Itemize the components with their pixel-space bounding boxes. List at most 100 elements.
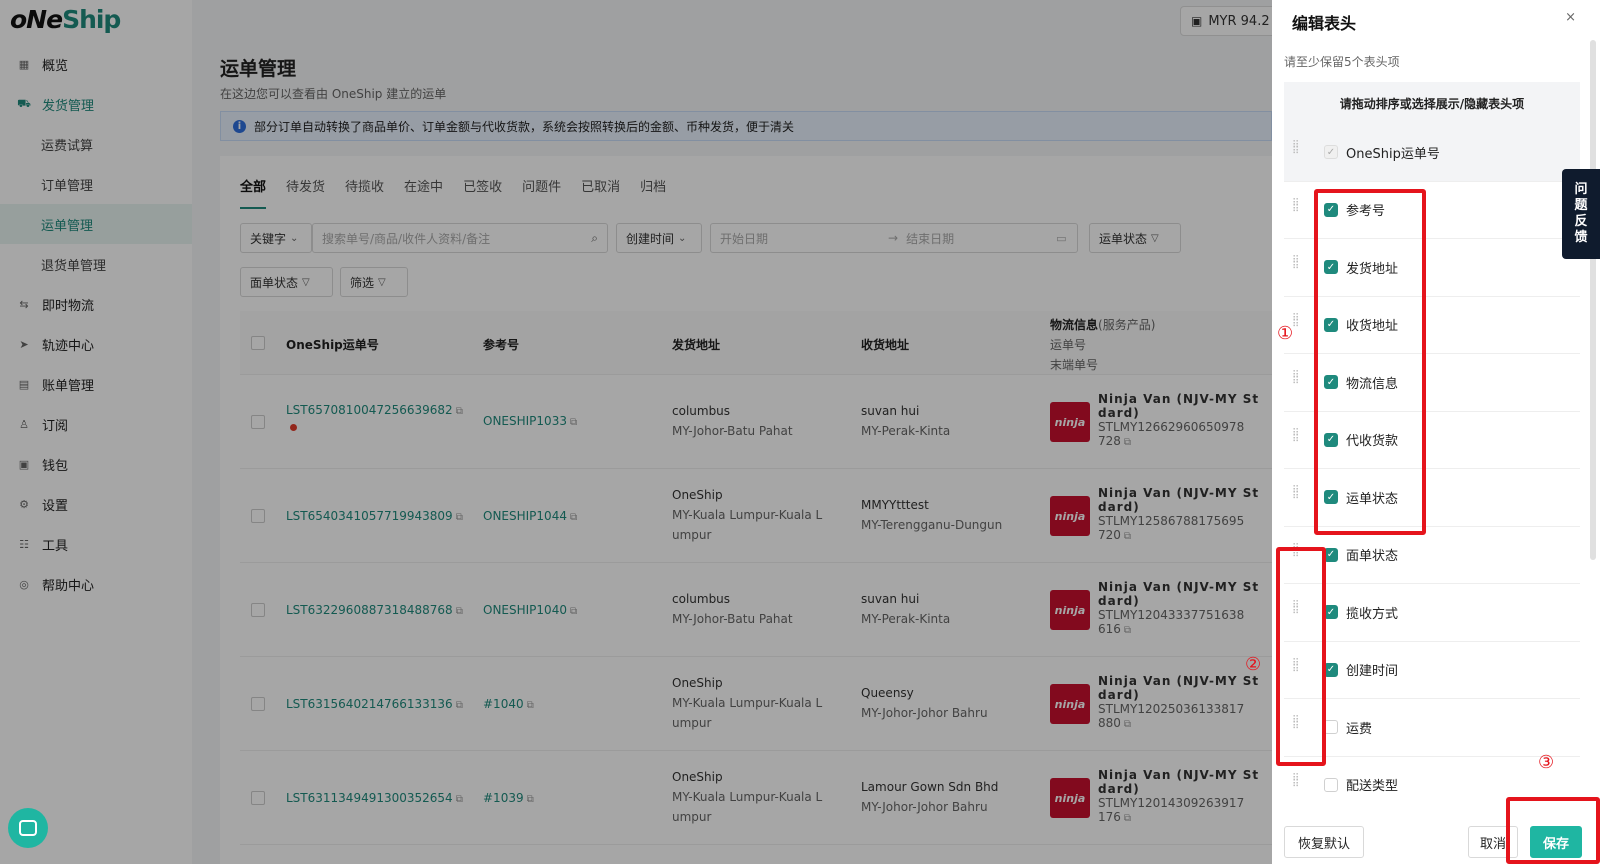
drag-handle-icon[interactable]: ⠿ ⠿ (1292, 428, 1302, 449)
copy-icon[interactable]: ⧉ (1124, 625, 1131, 636)
drag-handle-icon[interactable]: ⠿ ⠿ (1292, 198, 1302, 219)
drag-handle-icon[interactable]: ⠿ ⠿ (1292, 716, 1302, 736)
sidebar-item-6[interactable]: ⇆ 即时物流 (0, 284, 192, 324)
copy-icon[interactable]: ⧉ (527, 794, 534, 805)
column-checkbox[interactable] (1324, 777, 1338, 792)
search-input[interactable]: 搜索单号/商品/收件人资料/备注 ⌕ (312, 223, 608, 253)
tab-3[interactable]: 在途中 (404, 176, 443, 209)
drag-handle-icon[interactable]: ⠿ ⠿ (1292, 601, 1302, 621)
label-status-filter[interactable]: 面单状态 ▽ (240, 267, 333, 297)
sidebar-item-0[interactable]: ▦ 概览 (0, 44, 192, 84)
sidebar-item-5[interactable]: 退货单管理 (0, 244, 192, 284)
wallet-balance-pill[interactable]: ▣ MYR 94.2 (1180, 6, 1280, 36)
drawer-scrollbar[interactable] (1590, 40, 1596, 560)
sidebar-item-3[interactable]: 订单管理 (0, 164, 192, 204)
column-item[interactable]: ⠿ ⠿ ✓ 创建时间 (1284, 642, 1580, 699)
tab-5[interactable]: 问题件 (522, 176, 561, 209)
column-item[interactable]: ⠿ ⠿ ✓ 运单状态 (1284, 469, 1580, 527)
reference-link[interactable]: ONESHIP1040 (483, 603, 567, 617)
column-item[interactable]: ⠿ ⠿ ✓ 揽收方式 (1284, 584, 1580, 642)
select-all-checkbox[interactable] (251, 336, 265, 350)
column-checkbox[interactable]: ✓ (1324, 202, 1338, 217)
column-checkbox[interactable] (1324, 720, 1338, 735)
copy-icon[interactable]: ⧉ (1124, 437, 1131, 448)
waybill-link[interactable]: LST6315640214766133136 (286, 697, 453, 711)
sidebar-item-12[interactable]: ☷ 工具 (0, 524, 192, 564)
close-icon[interactable]: × (1565, 10, 1576, 25)
feedback-tab[interactable]: 问题反馈 (1562, 169, 1600, 259)
sidebar-item-1[interactable]: ⛟ 发货管理 (0, 84, 192, 124)
table-row[interactable]: LST6540341057719943809 ⧉ ONESHIP1044 ⧉ OneSh… (240, 469, 1272, 563)
copy-icon[interactable]: ⧉ (570, 417, 577, 428)
column-checkbox[interactable]: ✓ (1324, 317, 1338, 332)
copy-icon[interactable]: ⧉ (1124, 531, 1131, 542)
tab-2[interactable]: 待揽收 (345, 176, 384, 209)
row-checkbox[interactable] (251, 791, 265, 805)
column-item[interactable]: ⠿ ⠿ ✓ 参考号 (1284, 182, 1580, 239)
drag-handle-icon[interactable]: ⠿ ⠿ (1292, 256, 1302, 276)
sidebar-item-9[interactable]: ♙ 订阅 (0, 404, 192, 444)
table-row[interactable]: LST6311349491300352654 ⧉ #1039 ⧉ OneShip MY-K… (240, 751, 1272, 845)
drag-handle-icon[interactable]: ⠿ ⠿ (1292, 543, 1302, 564)
sidebar-item-11[interactable]: ⚙ 设置 (0, 484, 192, 524)
column-item[interactable]: ⠿ ⠿ ✓ 发货地址 (1284, 239, 1580, 297)
copy-icon[interactable]: ⧉ (1124, 813, 1131, 824)
copy-icon[interactable]: ⧉ (456, 606, 463, 617)
copy-icon[interactable]: ⧉ (456, 700, 463, 711)
drag-handle-icon[interactable]: ⠿ ⠿ (1292, 371, 1302, 391)
column-item[interactable]: ⠿ ⠿ ✓ 面单状态 (1284, 527, 1580, 584)
cancel-button[interactable]: 取消 (1468, 826, 1518, 858)
column-checkbox[interactable]: ✓ (1324, 605, 1338, 620)
column-checkbox[interactable]: ✓ (1324, 547, 1338, 562)
drag-handle-icon[interactable]: ⠿ ⠿ (1292, 658, 1302, 679)
tab-0[interactable]: 全部 (240, 176, 267, 209)
column-checkbox[interactable]: ✓ (1324, 260, 1338, 275)
tab-6[interactable]: 已取消 (581, 176, 620, 209)
row-checkbox[interactable] (251, 415, 265, 429)
tab-4[interactable]: 已签收 (463, 176, 502, 209)
copy-icon[interactable]: ⧉ (570, 512, 577, 523)
copy-icon[interactable]: ⧉ (527, 700, 534, 711)
column-checkbox[interactable]: ✓ (1324, 662, 1338, 677)
drag-handle-icon[interactable]: ⠿ ⠿ (1292, 141, 1302, 161)
row-checkbox[interactable] (251, 509, 265, 523)
column-checkbox[interactable]: ✓ (1324, 490, 1338, 505)
row-checkbox[interactable] (251, 697, 265, 711)
waybill-link[interactable]: LST6540341057719943809 (286, 509, 453, 523)
waybill-status-filter[interactable]: 运单状态 ▽ (1089, 223, 1181, 253)
waybill-link[interactable]: LST6570810047256639682 (286, 403, 453, 417)
column-item[interactable]: ⠿ ⠿ ✓ 物流信息 (1284, 354, 1580, 412)
column-checkbox[interactable]: ✓ (1324, 375, 1338, 390)
chat-launcher-button[interactable] (8, 808, 48, 848)
table-row[interactable]: LST6322960887318488768 ⧉ ONESHIP1040 ⧉ colum… (240, 563, 1272, 657)
column-item[interactable]: ⠿ ⠿ 运费 (1284, 699, 1580, 757)
tab-1[interactable]: 待发货 (286, 176, 325, 209)
save-button[interactable]: 保存 (1530, 826, 1582, 858)
reference-link[interactable]: ONESHIP1044 (483, 509, 567, 523)
column-item[interactable]: ⠿ ⠿ ✓ OneShip运单号 (1284, 124, 1580, 182)
column-checkbox[interactable]: ✓ (1324, 432, 1338, 447)
copy-icon[interactable]: ⧉ (456, 406, 463, 417)
reference-link[interactable]: ONESHIP1033 (483, 414, 567, 428)
reference-link[interactable]: #1040 (483, 697, 524, 711)
sidebar-item-4[interactable]: 运单管理 (0, 204, 192, 244)
date-range-picker[interactable]: 开始日期 → 结束日期 ▭ (710, 223, 1078, 253)
drag-handle-icon[interactable]: ⠿ ⠿ (1292, 313, 1302, 334)
copy-icon[interactable]: ⧉ (456, 794, 463, 805)
sidebar-item-13[interactable]: ◎ 帮助中心 (0, 564, 192, 604)
reference-link[interactable]: #1039 (483, 791, 524, 805)
created-time-select[interactable]: 创建时间 ⌄ (616, 223, 702, 253)
keyword-select[interactable]: 关键字 ⌄ (240, 223, 312, 253)
copy-icon[interactable]: ⧉ (1124, 719, 1131, 730)
copy-icon[interactable]: ⧉ (456, 512, 463, 523)
column-item[interactable]: ⠿ ⠿ 配送类型 (1284, 757, 1580, 813)
reset-default-button[interactable]: 恢复默认 (1284, 826, 1364, 858)
column-item[interactable]: ⠿ ⠿ ✓ 代收货款 (1284, 412, 1580, 469)
sidebar-item-8[interactable]: ▤ 账单管理 (0, 364, 192, 404)
sidebar-item-10[interactable]: ▣ 钱包 (0, 444, 192, 484)
waybill-link[interactable]: LST6311349491300352654 (286, 791, 453, 805)
row-checkbox[interactable] (251, 603, 265, 617)
more-filter-button[interactable]: 筛选 ▽ (340, 267, 408, 297)
table-row[interactable]: LST6315640214766133136 ⧉ #1040 ⧉ OneShip MY-K… (240, 657, 1272, 751)
tab-7[interactable]: 归档 (640, 176, 666, 209)
